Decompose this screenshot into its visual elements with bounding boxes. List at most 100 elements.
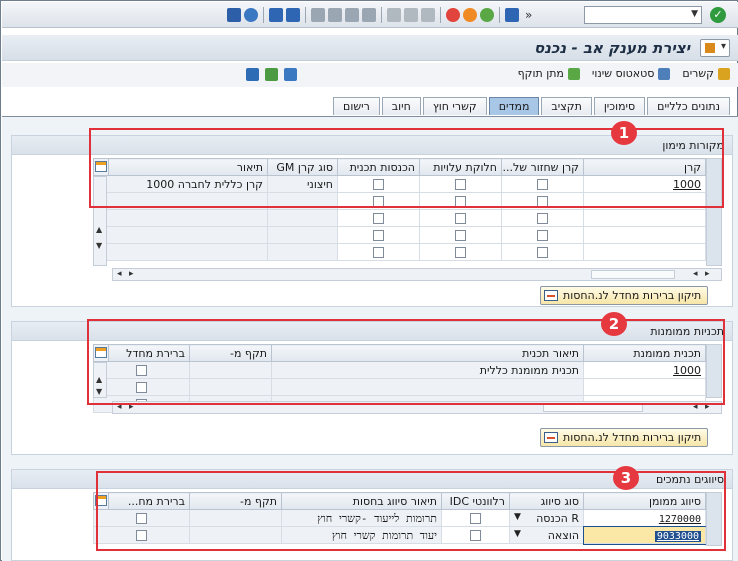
column-idc-relevant[interactable]: רלוונטי IDC: [441, 492, 510, 510]
program-income-checkbox[interactable]: [373, 179, 384, 190]
checkbox-cell[interactable]: [337, 226, 420, 244]
class-cell[interactable]: 1270000: [583, 509, 706, 527]
default-checkbox-cell[interactable]: [93, 361, 190, 379]
column-description[interactable]: תיאור: [93, 158, 268, 176]
fund-cell[interactable]: 1000: [583, 175, 706, 193]
column-settings-button[interactable]: [93, 492, 109, 510]
empty-cell[interactable]: [583, 226, 706, 244]
tab-general-data[interactable]: נתונים כלליים: [647, 97, 730, 115]
create-shortcut-icon[interactable]: [286, 8, 300, 22]
checkbox-cell[interactable]: [419, 192, 502, 210]
chevron-down-icon[interactable]: ▼: [514, 529, 521, 539]
scroll-down-icon[interactable]: ▼: [96, 241, 102, 250]
default-checkbox[interactable]: [136, 530, 147, 541]
next-page-icon[interactable]: [328, 8, 342, 22]
checkbox-cell[interactable]: [501, 243, 584, 261]
program-cell[interactable]: 1000: [583, 361, 706, 379]
last-page-icon[interactable]: [311, 8, 325, 22]
checkbox[interactable]: [537, 196, 548, 207]
add-icon[interactable]: [265, 68, 278, 81]
checkbox-cell[interactable]: [501, 192, 584, 210]
class-type-cell[interactable]: הוצאה ▼: [509, 526, 584, 544]
tab-references[interactable]: סימוכין: [593, 97, 646, 115]
checkbox[interactable]: [537, 213, 548, 224]
checkbox-cell[interactable]: [501, 209, 584, 227]
checkbox[interactable]: [537, 247, 548, 258]
checkbox-cell[interactable]: [337, 192, 420, 210]
first-page-icon[interactable]: [362, 8, 376, 22]
scroll-up-icon[interactable]: ▲: [96, 375, 102, 384]
checkbox[interactable]: [373, 196, 384, 207]
scroll-down-icon[interactable]: ▼: [96, 387, 102, 396]
scroll-right-icon[interactable]: ▸: [129, 269, 134, 279]
column-cost-sharing[interactable]: חלוקת עלויות: [419, 158, 502, 176]
cancel-icon[interactable]: [446, 8, 460, 22]
fix-defaults-button-2[interactable]: תיקון ברירות מחדל לנ.החסות: [540, 428, 709, 447]
column-settings-button[interactable]: [93, 344, 109, 362]
class-cell[interactable]: 9033000: [582, 525, 707, 545]
scroll-left-icon[interactable]: ◂: [693, 269, 698, 279]
checkbox[interactable]: [455, 230, 466, 241]
checkbox[interactable]: [136, 382, 147, 393]
column-valid-from[interactable]: תקף מ-: [189, 492, 282, 510]
back-icon[interactable]: [480, 8, 494, 22]
help-icon[interactable]: [244, 8, 258, 22]
previous-page-icon[interactable]: [345, 8, 359, 22]
checkbox-cell[interactable]: [419, 226, 502, 244]
default-checkbox[interactable]: [136, 365, 147, 376]
column-reimbursement-fund[interactable]: קרן שחזור של...: [501, 158, 584, 176]
checkbox[interactable]: [455, 247, 466, 258]
empty-cell[interactable]: [583, 243, 706, 261]
save-icon[interactable]: [505, 8, 519, 22]
relations-button[interactable]: קשרים: [682, 67, 730, 80]
column-class-description[interactable]: תיאור סיווג בחסות: [281, 492, 442, 510]
sponsored-programs-vscroll[interactable]: ▲ ▼: [93, 362, 107, 398]
idc-checkbox[interactable]: [470, 513, 481, 524]
checkbox-cell[interactable]: [501, 226, 584, 244]
column-fund[interactable]: קרן: [583, 158, 706, 176]
scroll-right-icon[interactable]: ▸: [129, 402, 134, 412]
checkbox[interactable]: [455, 196, 466, 207]
new-session-icon[interactable]: [269, 8, 283, 22]
chevron-down-icon[interactable]: ▼: [691, 9, 698, 19]
empty-cell[interactable]: [583, 192, 706, 210]
cost-sharing-checkbox[interactable]: [455, 179, 466, 190]
more-toolbar-icon[interactable]: »: [525, 8, 532, 22]
checkbox[interactable]: [373, 247, 384, 258]
scroll-right-icon[interactable]: ▸: [705, 269, 710, 279]
command-field[interactable]: ▼: [584, 6, 702, 24]
exit-icon[interactable]: [463, 8, 477, 22]
menu-button[interactable]: ▾: [700, 39, 730, 57]
chevron-down-icon[interactable]: ▼: [514, 512, 521, 522]
empty-cell[interactable]: [583, 378, 706, 396]
column-valid-from[interactable]: תקף מ-: [189, 344, 272, 362]
default-checkbox[interactable]: [136, 513, 147, 524]
column-sponsored-class[interactable]: סיווג ממומן: [583, 492, 706, 510]
scroll-up-icon[interactable]: ▲: [96, 225, 102, 234]
reimbursement-checkbox-cell[interactable]: [501, 175, 584, 193]
default-checkbox-cell[interactable]: [93, 526, 190, 544]
empty-cell[interactable]: [583, 209, 706, 227]
find-icon[interactable]: [404, 8, 418, 22]
cost-sharing-checkbox-cell[interactable]: [419, 175, 502, 193]
enter-check-icon[interactable]: ✓: [710, 7, 726, 23]
status-change-button[interactable]: סטאטוס שינוי: [592, 67, 671, 80]
checkbox[interactable]: [373, 230, 384, 241]
column-class-type[interactable]: סוג סיווג: [509, 492, 584, 510]
validate-button[interactable]: מתן תוקף: [518, 67, 580, 80]
default-checkbox-cell[interactable]: [93, 509, 190, 527]
funding-sources-hscroll[interactable]: ◂ ▸ ◂ ▸: [112, 268, 722, 281]
tab-posting[interactable]: רישום: [333, 97, 380, 115]
scroll-left-icon[interactable]: ◂: [117, 269, 122, 279]
copy-icon[interactable]: [284, 68, 297, 81]
tab-budget[interactable]: תקציב: [541, 97, 592, 115]
program-income-checkbox-cell[interactable]: [337, 175, 420, 193]
scroll-thumb[interactable]: [543, 403, 643, 412]
column-sponsored-program[interactable]: תכנית ממומנת: [583, 344, 706, 362]
column-program-income[interactable]: הכנסות תכנית: [337, 158, 420, 176]
funding-sources-vscroll[interactable]: ▲ ▼: [93, 176, 107, 266]
checkbox[interactable]: [455, 213, 466, 224]
sponsored-programs-hscroll[interactable]: ◂ ▸ ◂ ▸: [112, 401, 722, 414]
scroll-right-icon[interactable]: ▸: [705, 402, 710, 412]
class-type-cell[interactable]: R הכנסה ▼: [509, 509, 584, 527]
